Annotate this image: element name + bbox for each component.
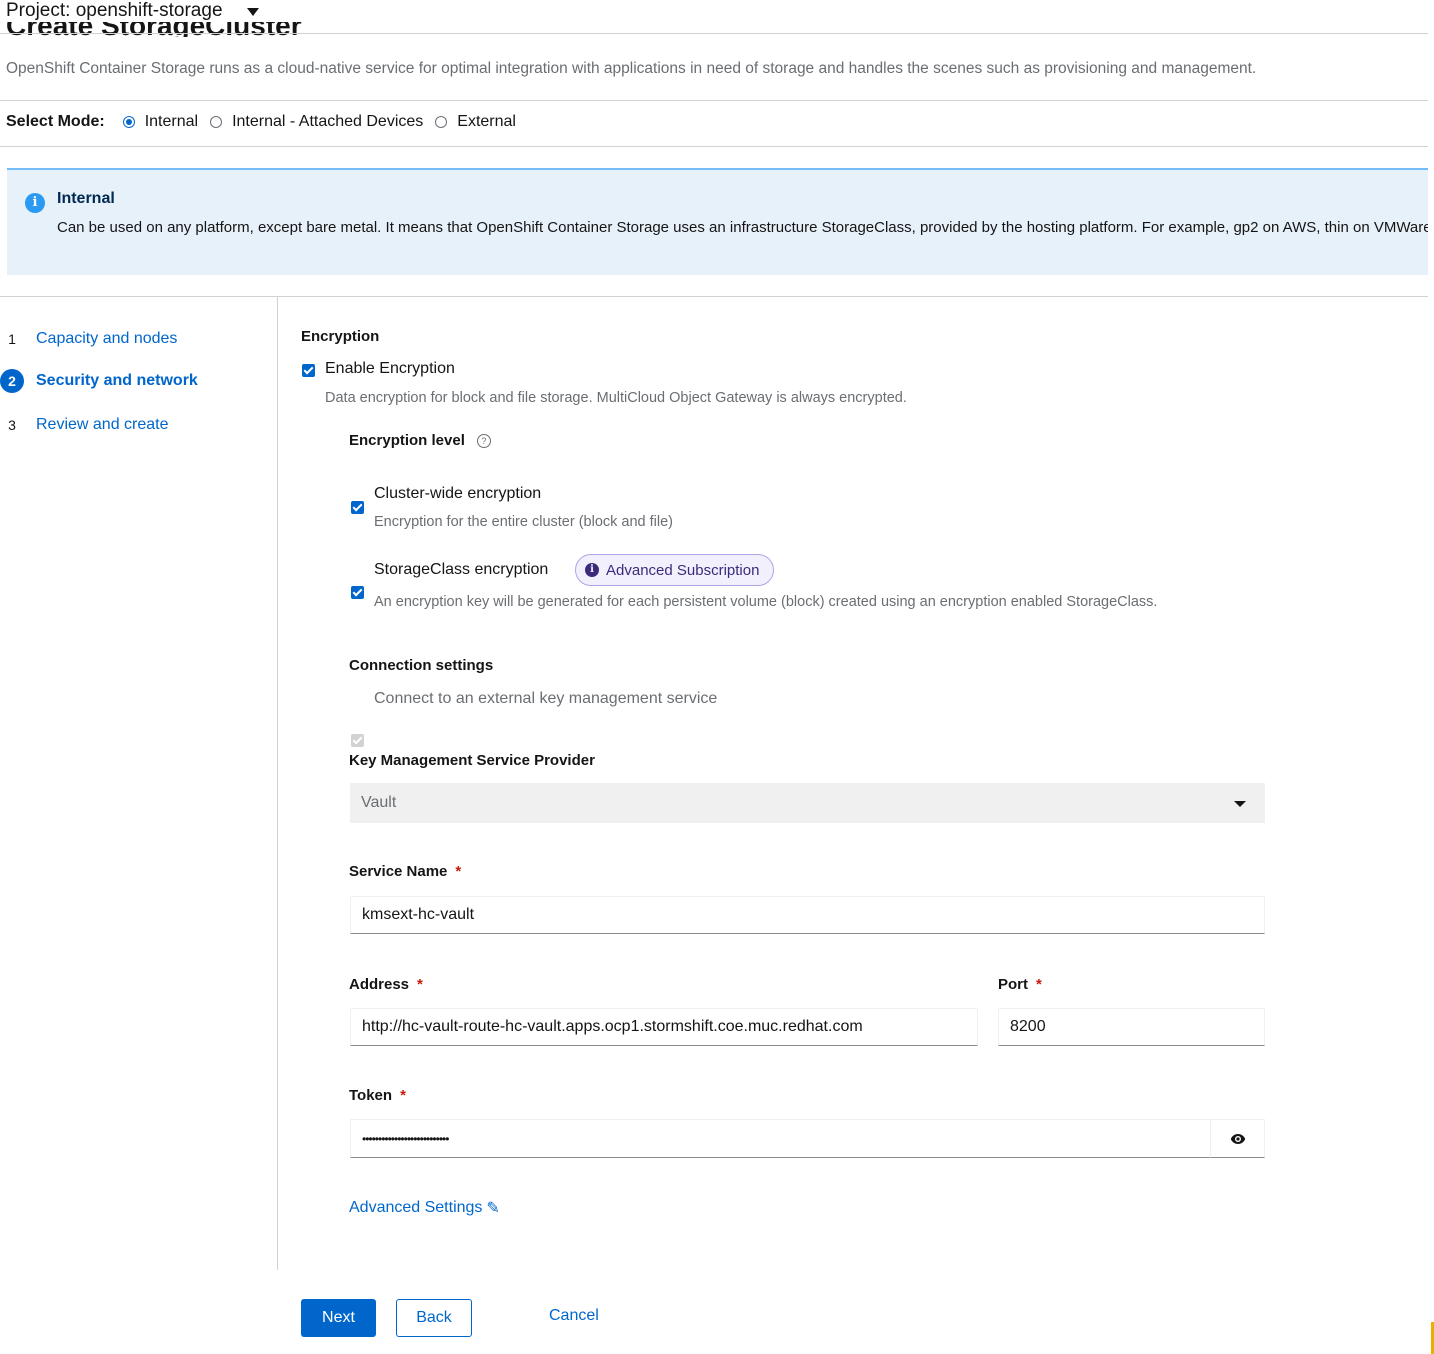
token-label: Token * xyxy=(349,1087,406,1104)
divider xyxy=(0,146,1428,147)
step-number: 1 xyxy=(8,331,16,347)
next-button[interactable]: Next xyxy=(301,1299,376,1337)
cancel-button[interactable]: Cancel xyxy=(549,1307,599,1325)
required-mark: * xyxy=(1036,976,1042,993)
enable-encryption-checkbox[interactable] xyxy=(302,364,315,377)
step-number: 3 xyxy=(8,417,16,433)
page-description: OpenShift Container Storage runs as a cl… xyxy=(6,60,1257,77)
storageclass-encryption-label[interactable]: StorageClass encryption xyxy=(374,561,548,579)
info-icon: i xyxy=(25,193,45,213)
help-icon[interactable]: ? xyxy=(476,433,491,448)
caret-down-icon xyxy=(1234,801,1246,807)
radio-internal-label[interactable]: Internal xyxy=(145,113,198,131)
badge-label: Advanced Subscription xyxy=(606,561,760,579)
wizard-step-security-and-network[interactable]: 2 Security and network xyxy=(0,369,198,393)
radio-internal-attached-devices-label[interactable]: Internal - Attached Devices xyxy=(232,113,423,131)
encryption-level-row: Encryption level ? xyxy=(349,432,491,449)
project-selector[interactable]: Project: openshift-storage xyxy=(6,0,259,22)
show-token-button[interactable] xyxy=(1210,1119,1265,1158)
storageclass-encryption-help: An encryption key will be generated for … xyxy=(374,594,1158,610)
required-mark: * xyxy=(417,976,423,993)
wizard-nav-divider xyxy=(277,296,278,1270)
required-mark: * xyxy=(400,1087,406,1104)
kms-provider-value: Vault xyxy=(361,794,397,811)
back-button[interactable]: Back xyxy=(396,1299,472,1337)
port-label: Port * xyxy=(998,976,1042,993)
advanced-settings-link[interactable]: Advanced Settings ✎ xyxy=(349,1198,500,1218)
radio-internal[interactable] xyxy=(122,116,135,128)
cluster-wide-encryption-label[interactable]: Cluster-wide encryption xyxy=(374,485,541,503)
storageclass-encryption-checkbox[interactable] xyxy=(351,586,364,599)
mode-label: Select Mode: xyxy=(6,113,105,130)
alert-body: Can be used on any platform, except bare… xyxy=(57,219,1428,236)
address-input[interactable]: http://hc-vault-route-hc-vault.apps.ocp1… xyxy=(350,1008,978,1046)
step-label: Capacity and nodes xyxy=(36,330,178,347)
required-mark: * xyxy=(455,863,462,880)
step-number: 2 xyxy=(0,369,24,393)
service-name-label: Service Name * xyxy=(349,863,462,880)
service-name-input[interactable]: kmsext-hc-vault xyxy=(350,896,1265,934)
divider xyxy=(0,33,1428,34)
enable-encryption-label[interactable]: Enable Encryption xyxy=(325,360,455,378)
radio-internal-attached-devices[interactable] xyxy=(210,116,223,128)
divider xyxy=(0,296,1428,297)
external-kms-label: Connect to an external key management se… xyxy=(374,690,718,707)
radio-external-label[interactable]: External xyxy=(457,113,516,131)
advanced-settings-label: Advanced Settings xyxy=(349,1199,483,1216)
mode-selector: Select Mode: Internal Internal - Attache… xyxy=(6,110,528,134)
cluster-wide-encryption-checkbox[interactable] xyxy=(351,501,364,514)
eye-icon xyxy=(1230,1133,1245,1144)
enable-encryption-help: Data encryption for block and file stora… xyxy=(325,390,907,406)
wizard-step-review-and-create[interactable]: 3 Review and create xyxy=(0,413,169,437)
alert-title: Internal xyxy=(57,190,115,207)
pencil-icon: ✎ xyxy=(486,1200,500,1217)
wizard-step-capacity-and-nodes[interactable]: 1 Capacity and nodes xyxy=(0,327,177,351)
page-title: Create StorageCluster xyxy=(6,22,302,37)
radio-external[interactable] xyxy=(435,116,448,128)
step-label: Security and network xyxy=(36,372,198,389)
external-kms-checkbox xyxy=(351,734,364,747)
kms-provider-select[interactable]: Vault xyxy=(350,783,1265,823)
kms-provider-label: Key Management Service Provider xyxy=(349,752,595,769)
token-input[interactable]: ••••••••••••••••••••••••••• xyxy=(350,1119,1211,1158)
step-label: Review and create xyxy=(36,416,169,433)
address-label: Address * xyxy=(349,976,423,993)
encryption-heading: Encryption xyxy=(301,328,380,345)
info-icon: i xyxy=(585,563,599,577)
cluster-wide-encryption-help: Encryption for the entire cluster (block… xyxy=(374,514,673,530)
project-selector-label: Project: openshift-storage xyxy=(6,0,223,21)
encryption-level-label: Encryption level xyxy=(349,432,465,449)
caret-down-icon xyxy=(246,8,259,16)
connection-settings-heading: Connection settings xyxy=(349,657,494,674)
divider xyxy=(0,100,1428,101)
port-input[interactable]: 8200 xyxy=(998,1008,1265,1046)
advanced-subscription-badge: i Advanced Subscription xyxy=(575,554,774,586)
